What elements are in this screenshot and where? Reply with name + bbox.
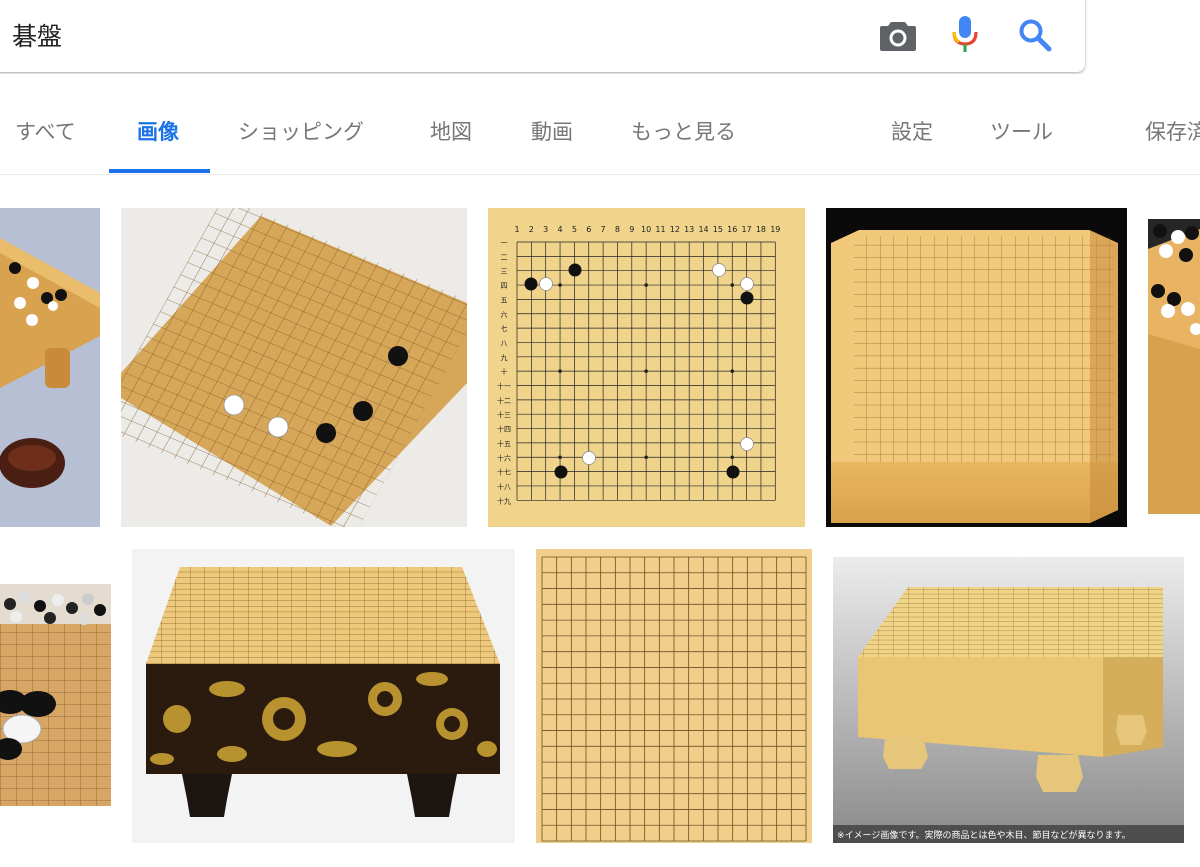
image-result[interactable] bbox=[0, 584, 111, 806]
image-result[interactable] bbox=[132, 549, 515, 843]
board-row-kanji: 五 bbox=[501, 296, 508, 304]
board-column-number: 3 bbox=[543, 225, 548, 234]
board-row-kanji: 十一 bbox=[497, 382, 511, 391]
board-column-number: 13 bbox=[684, 225, 694, 234]
board-row-kanji: 十七 bbox=[497, 468, 511, 477]
board-column-number: 8 bbox=[615, 225, 620, 234]
board-column-number: 7 bbox=[601, 225, 606, 234]
search-nav: すべて 画像 ショッピング 地図 動画 もっと見る 設定 ツール 保存済 bbox=[0, 74, 1200, 175]
board-row-kanji: 七 bbox=[501, 324, 508, 333]
search-input[interactable]: 碁盤 bbox=[12, 17, 62, 53]
board-row-kanji: 四 bbox=[501, 282, 508, 290]
active-tab-indicator bbox=[109, 169, 210, 173]
camera-icon[interactable] bbox=[878, 15, 918, 55]
image-result[interactable]: 1 2 3 4 5 6 7 8 9 10 11 12 13 14 15 16 17 18 19 一二三四五六七八九十… bbox=[488, 208, 805, 527]
board-row-kanji: 十九 bbox=[497, 496, 511, 505]
image-result[interactable]: ※イメージ画像です。実際の商品とは色や木目、節目などが異なります。 bbox=[833, 557, 1184, 843]
tab-more[interactable]: もっと見る bbox=[631, 116, 736, 146]
board-row-kanji: 六 bbox=[501, 310, 508, 319]
image-result[interactable] bbox=[536, 549, 812, 843]
board-column-number: 5 bbox=[572, 225, 577, 234]
board-column-number: 9 bbox=[629, 225, 634, 234]
image-result[interactable] bbox=[1148, 219, 1200, 514]
board-column-number: 17 bbox=[742, 225, 752, 234]
board-column-number: 4 bbox=[558, 225, 563, 234]
search-box[interactable]: 碁盤 bbox=[0, 0, 1085, 72]
tab-images[interactable]: 画像 bbox=[137, 116, 179, 146]
board-column-number: 15 bbox=[713, 225, 723, 234]
tab-all[interactable]: すべて bbox=[15, 116, 76, 146]
board-column-number: 10 bbox=[641, 225, 651, 234]
board-row-kanji: 十三 bbox=[497, 410, 511, 419]
board-row-kanji: 八 bbox=[501, 339, 508, 347]
board-row-kanji: 九 bbox=[501, 353, 508, 362]
microphone-icon[interactable] bbox=[945, 15, 985, 55]
board-column-number: 12 bbox=[670, 225, 680, 234]
tab-saved[interactable]: 保存済 bbox=[1145, 116, 1200, 146]
tab-settings[interactable]: 設定 bbox=[891, 116, 933, 146]
search-icon[interactable] bbox=[1015, 15, 1055, 55]
tab-tools[interactable]: ツール bbox=[990, 116, 1053, 146]
board-row-kanji: 十四 bbox=[497, 425, 511, 434]
image-result[interactable] bbox=[826, 208, 1127, 527]
board-column-number: 11 bbox=[655, 225, 665, 234]
board-row-kanji: 十 bbox=[501, 367, 508, 376]
image-result[interactable] bbox=[121, 208, 467, 527]
tab-shopping[interactable]: ショッピング bbox=[238, 116, 364, 146]
board-row-kanji: 十八 bbox=[497, 482, 511, 491]
image-caption: ※イメージ画像です。実際の商品とは色や木目、節目などが異なります。 bbox=[837, 829, 1131, 841]
tab-maps[interactable]: 地図 bbox=[430, 116, 472, 146]
board-row-kanji: 十二 bbox=[497, 396, 511, 405]
board-column-number: 14 bbox=[698, 225, 708, 234]
board-column-number: 1 bbox=[514, 225, 519, 234]
board-column-number: 2 bbox=[529, 225, 534, 234]
board-row-kanji: 一 bbox=[501, 239, 508, 247]
board-row-kanji: 十五 bbox=[497, 439, 511, 448]
tab-videos[interactable]: 動画 bbox=[531, 116, 573, 146]
board-column-number: 6 bbox=[586, 225, 591, 234]
board-column-number: 19 bbox=[770, 225, 780, 234]
board-row-kanji: 三 bbox=[501, 268, 508, 276]
board-column-number: 16 bbox=[727, 225, 737, 234]
board-row-kanji: 十六 bbox=[497, 453, 511, 462]
board-row-kanji: 二 bbox=[501, 253, 508, 261]
board-column-number: 18 bbox=[756, 225, 766, 234]
image-result[interactable] bbox=[0, 208, 100, 527]
